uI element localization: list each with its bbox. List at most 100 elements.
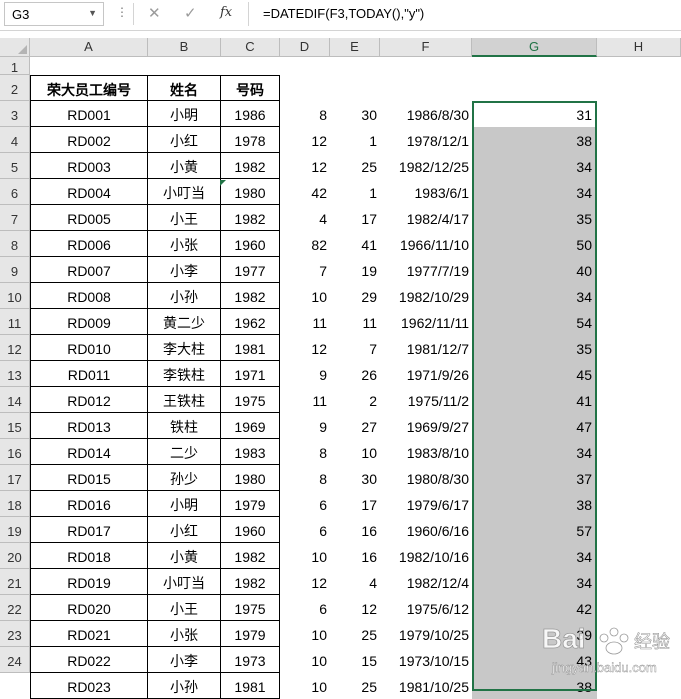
employee-id-cell[interactable]: RD006 bbox=[30, 231, 148, 257]
day-cell[interactable]: 41 bbox=[330, 231, 380, 257]
row-header-20[interactable]: 20 bbox=[0, 543, 30, 569]
column-header-g[interactable]: G bbox=[472, 38, 597, 57]
name-cell[interactable]: 小叮当 bbox=[148, 179, 221, 205]
age-cell[interactable]: 47 bbox=[472, 413, 597, 439]
month-cell[interactable]: 6 bbox=[280, 595, 330, 621]
name-box[interactable]: G3 ▼ bbox=[4, 2, 104, 26]
row-header-2[interactable]: 2 bbox=[0, 75, 30, 101]
employee-id-cell[interactable]: RD021 bbox=[30, 621, 148, 647]
row-header-5[interactable]: 5 bbox=[0, 153, 30, 179]
employee-id-cell[interactable]: RD022 bbox=[30, 647, 148, 673]
column-header-a[interactable]: A bbox=[30, 38, 148, 57]
row-header-4[interactable]: 4 bbox=[0, 127, 30, 153]
month-cell[interactable]: 6 bbox=[280, 491, 330, 517]
name-cell[interactable]: 小张 bbox=[148, 231, 221, 257]
row-header-11[interactable]: 11 bbox=[0, 309, 30, 335]
name-cell[interactable]: 小孙 bbox=[148, 283, 221, 309]
name-cell[interactable]: 小孙 bbox=[148, 673, 221, 699]
month-cell[interactable]: 11 bbox=[280, 387, 330, 413]
name-cell[interactable]: 小李 bbox=[148, 647, 221, 673]
day-cell[interactable]: 29 bbox=[330, 283, 380, 309]
date-cell[interactable]: 1983/8/10 bbox=[380, 439, 472, 465]
day-cell[interactable]: 10 bbox=[330, 439, 380, 465]
age-cell[interactable]: 35 bbox=[472, 205, 597, 231]
employee-id-cell[interactable]: RD017 bbox=[30, 517, 148, 543]
day-cell[interactable]: 12 bbox=[330, 595, 380, 621]
age-cell[interactable]: 42 bbox=[472, 595, 597, 621]
date-cell[interactable]: 1975/6/12 bbox=[380, 595, 472, 621]
month-cell[interactable]: 12 bbox=[280, 153, 330, 179]
age-cell[interactable]: 43 bbox=[472, 647, 597, 673]
month-cell[interactable]: 11 bbox=[280, 309, 330, 335]
row-header-16[interactable]: 16 bbox=[0, 439, 30, 465]
name-cell[interactable]: 小王 bbox=[148, 205, 221, 231]
age-cell[interactable]: 34 bbox=[472, 153, 597, 179]
row-header-23[interactable]: 23 bbox=[0, 621, 30, 647]
name-cell[interactable]: 小张 bbox=[148, 621, 221, 647]
age-cell[interactable]: 31 bbox=[472, 101, 597, 127]
code-cell[interactable]: 1978 bbox=[221, 127, 280, 153]
column-header-b[interactable]: B bbox=[148, 38, 221, 57]
month-cell[interactable]: 82 bbox=[280, 231, 330, 257]
row-header-9[interactable]: 9 bbox=[0, 257, 30, 283]
row-header-14[interactable]: 14 bbox=[0, 387, 30, 413]
code-cell[interactable]: 1973 bbox=[221, 647, 280, 673]
age-cell[interactable]: 38 bbox=[472, 491, 597, 517]
select-all-button[interactable] bbox=[0, 38, 30, 57]
name-cell[interactable]: 小明 bbox=[148, 101, 221, 127]
employee-id-cell[interactable]: RD003 bbox=[30, 153, 148, 179]
month-cell[interactable]: 6 bbox=[280, 517, 330, 543]
date-cell[interactable]: 1980/8/30 bbox=[380, 465, 472, 491]
more-options-icon[interactable]: ⋮ bbox=[116, 5, 128, 19]
date-cell[interactable]: 1982/4/17 bbox=[380, 205, 472, 231]
day-cell[interactable]: 26 bbox=[330, 361, 380, 387]
column-header-e[interactable]: E bbox=[330, 38, 380, 57]
name-cell[interactable]: 小明 bbox=[148, 491, 221, 517]
name-cell[interactable]: 李铁柱 bbox=[148, 361, 221, 387]
age-cell[interactable]: 37 bbox=[472, 465, 597, 491]
day-cell[interactable]: 30 bbox=[330, 465, 380, 491]
employee-id-cell[interactable]: RD018 bbox=[30, 543, 148, 569]
cancel-icon[interactable]: ✕ bbox=[148, 4, 161, 22]
date-cell[interactable]: 1986/8/30 bbox=[380, 101, 472, 127]
date-cell[interactable]: 1979/10/25 bbox=[380, 621, 472, 647]
row-header-12[interactable]: 12 bbox=[0, 335, 30, 361]
code-cell[interactable]: 1981 bbox=[221, 335, 280, 361]
code-cell[interactable]: 1983 bbox=[221, 439, 280, 465]
employee-id-cell[interactable]: RD004 bbox=[30, 179, 148, 205]
employee-id-cell[interactable]: RD010 bbox=[30, 335, 148, 361]
employee-id-cell[interactable]: RD016 bbox=[30, 491, 148, 517]
month-cell[interactable]: 42 bbox=[280, 179, 330, 205]
day-cell[interactable]: 11 bbox=[330, 309, 380, 335]
code-cell[interactable]: 1982 bbox=[221, 543, 280, 569]
code-cell[interactable]: 1982 bbox=[221, 205, 280, 231]
code-cell[interactable]: 1962 bbox=[221, 309, 280, 335]
day-cell[interactable]: 25 bbox=[330, 153, 380, 179]
code-cell[interactable]: 1969 bbox=[221, 413, 280, 439]
date-cell[interactable]: 1960/6/16 bbox=[380, 517, 472, 543]
employee-id-cell[interactable]: RD012 bbox=[30, 387, 148, 413]
day-cell[interactable]: 16 bbox=[330, 517, 380, 543]
enter-icon[interactable]: ✓ bbox=[184, 4, 197, 22]
code-cell[interactable]: 1960 bbox=[221, 517, 280, 543]
month-cell[interactable]: 10 bbox=[280, 621, 330, 647]
date-cell[interactable]: 1982/12/4 bbox=[380, 569, 472, 595]
date-cell[interactable]: 1962/11/11 bbox=[380, 309, 472, 335]
code-cell[interactable]: 1980 bbox=[221, 179, 280, 205]
age-cell[interactable]: 34 bbox=[472, 543, 597, 569]
name-cell[interactable]: 小王 bbox=[148, 595, 221, 621]
employee-id-cell[interactable]: RD007 bbox=[30, 257, 148, 283]
day-cell[interactable]: 27 bbox=[330, 413, 380, 439]
date-cell[interactable]: 1981/10/25 bbox=[380, 673, 472, 699]
row-header-15[interactable]: 15 bbox=[0, 413, 30, 439]
row-header-21[interactable]: 21 bbox=[0, 569, 30, 595]
code-cell[interactable]: 1986 bbox=[221, 101, 280, 127]
row-header-7[interactable]: 7 bbox=[0, 205, 30, 231]
name-cell[interactable]: 孙少 bbox=[148, 465, 221, 491]
date-cell[interactable]: 1983/6/1 bbox=[380, 179, 472, 205]
age-cell[interactable]: 40 bbox=[472, 257, 597, 283]
row-header-22[interactable]: 22 bbox=[0, 595, 30, 621]
row-header-24[interactable]: 24 bbox=[0, 647, 30, 673]
day-cell[interactable]: 15 bbox=[330, 647, 380, 673]
table-header-a[interactable]: 荣大员工编号 bbox=[30, 75, 148, 101]
